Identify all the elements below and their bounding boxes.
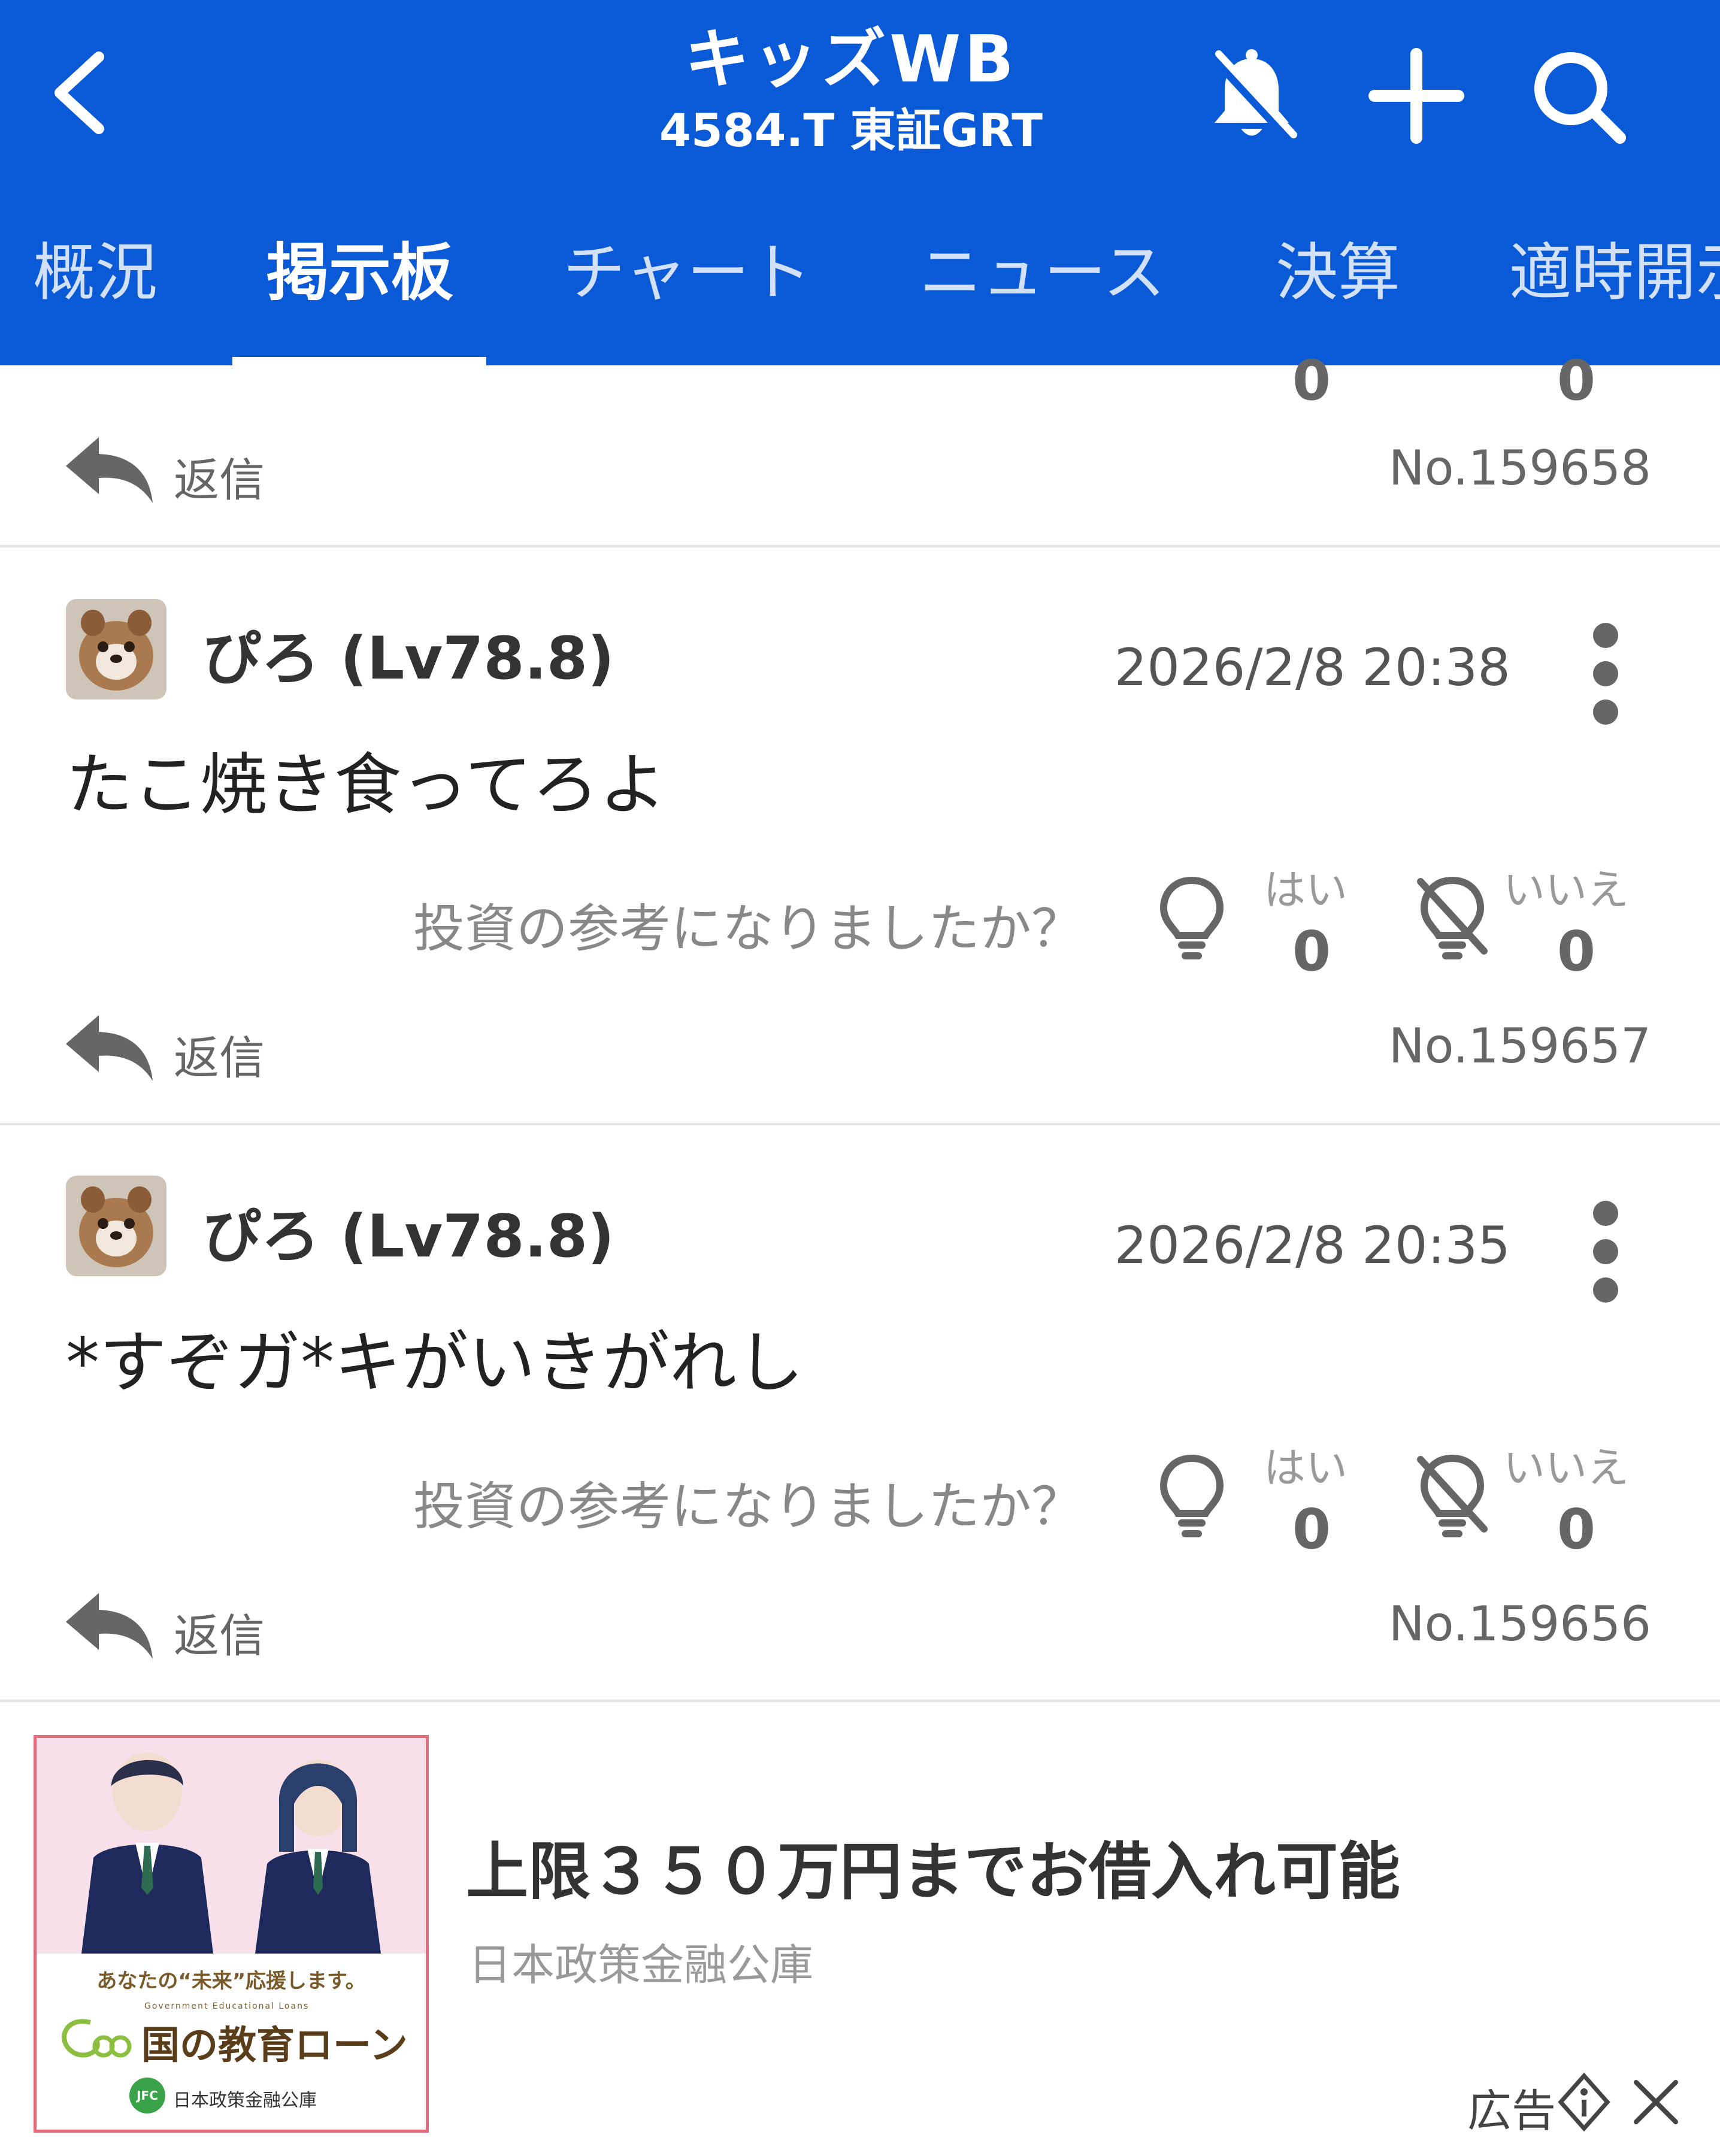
no-count: 0: [1557, 1497, 1595, 1561]
ad-image-logo-mark: JFC: [129, 2078, 165, 2113]
lightbulb-off-icon: [1417, 876, 1488, 959]
ad-image[interactable]: あなたの“未来”応援します。 Government Educational Lo…: [34, 1735, 429, 2133]
no-label: いいえ: [1503, 865, 1629, 915]
ad-image-brand-en: Government Educational Loans: [144, 2001, 310, 2011]
more-options-button[interactable]: [1575, 614, 1635, 734]
ad-image-caption: あなたの“未来”応援します。: [96, 1969, 366, 1993]
back-chevron-icon: [54, 52, 104, 134]
reply-arrow-icon: [66, 1015, 153, 1081]
yes-label: はい: [1264, 1443, 1347, 1492]
close-icon: [1634, 2080, 1678, 2124]
yes-count: 0: [1292, 919, 1331, 983]
username[interactable]: ぴろ (Lv78.8): [202, 1189, 614, 1274]
helpful-question: 投資の参考になりましたか？: [413, 899, 1083, 959]
yes-label: はい: [1264, 865, 1347, 915]
ad-image-brand: 国の教育ローン: [141, 2024, 408, 2068]
divider: [0, 1700, 1720, 1702]
ad-title[interactable]: 上限３５０万円までお借入れ可能: [466, 1821, 1400, 1911]
post-number: No.159658: [1388, 440, 1651, 496]
post-body: たこ焼き食ってろよ: [66, 746, 667, 824]
no-count: 0: [1557, 919, 1595, 983]
back-button[interactable]: [42, 42, 120, 144]
helpful-question: 投資の参考になりましたか？: [413, 1477, 1083, 1537]
tab-earnings[interactable]: 決算: [1276, 222, 1400, 365]
more-options-button[interactable]: [1575, 1192, 1635, 1312]
ad-image-logo-text: 日本政策金融公庫: [173, 2090, 317, 2111]
no-count: 0: [1557, 349, 1595, 413]
tab-news[interactable]: ニュース: [919, 222, 1165, 365]
reply-label: 返信: [174, 1609, 265, 1663]
ad-close-button[interactable]: [1629, 2075, 1683, 2129]
tab-board[interactable]: 掲示板: [267, 222, 453, 365]
post-number: No.159656: [1388, 1596, 1651, 1652]
no-label: いいえ: [1503, 1443, 1629, 1492]
username[interactable]: ぴろ (Lv78.8): [202, 611, 614, 696]
notification-toggle-button[interactable]: [1198, 42, 1306, 150]
timestamp: 2026/2/8 20:38: [1114, 638, 1510, 698]
reply-label: 返信: [174, 1031, 265, 1085]
avatar-image: [66, 1176, 166, 1276]
add-watchlist-button[interactable]: [1362, 42, 1470, 150]
post-body: *すぞガ*キがいきがれし: [66, 1324, 804, 1402]
lightbulb-icon: [1159, 1454, 1224, 1537]
search-icon: [1534, 52, 1626, 144]
plus-icon: [1368, 48, 1464, 144]
active-tab-indicator: [232, 357, 486, 365]
avatar-image: [66, 599, 166, 700]
timestamp: 2026/2/8 20:35: [1114, 1216, 1510, 1276]
post-number: No.159657: [1388, 1018, 1651, 1074]
ad-sponsor: 日本政策金融公庫: [468, 1940, 814, 1990]
tab-overview[interactable]: 概況: [33, 222, 158, 365]
ad-info-button[interactable]: [1557, 2072, 1611, 2132]
divider: [0, 545, 1720, 547]
vote-yes-button[interactable]: [1153, 874, 1231, 964]
ad-brand-logo: [62, 2019, 132, 2058]
ad-label: 広告: [1467, 2085, 1556, 2137]
ad-choices-icon: [1558, 2072, 1610, 2132]
reply-arrow-icon: [66, 437, 153, 503]
ad-illustration: [37, 1738, 426, 2130]
tab-disclosure[interactable]: 適時開示: [1509, 222, 1720, 365]
vote-no-button[interactable]: [1413, 1452, 1491, 1542]
search-button[interactable]: [1524, 42, 1632, 150]
avatar[interactable]: [66, 1176, 166, 1276]
vote-no-button[interactable]: [1413, 874, 1491, 964]
reply-arrow-icon: [66, 1593, 153, 1659]
app-header: キッズWB 4584.T 東証GRT 概況 掲示板 チャート ニュース 決算 適…: [0, 0, 1720, 365]
yes-count: 0: [1292, 1497, 1331, 1561]
bell-off-icon: [1210, 49, 1297, 143]
tab-bar: 概況 掲示板 チャート ニュース 決算 適時開示: [0, 222, 1720, 365]
yes-count: 0: [1292, 349, 1331, 413]
avatar[interactable]: [66, 599, 166, 700]
lightbulb-icon: [1159, 876, 1224, 959]
vote-yes-button[interactable]: [1153, 1452, 1231, 1542]
lightbulb-off-icon: [1417, 1454, 1488, 1537]
divider: [0, 1123, 1720, 1125]
tab-chart[interactable]: チャート: [563, 222, 811, 365]
reply-label: 返信: [174, 453, 265, 507]
